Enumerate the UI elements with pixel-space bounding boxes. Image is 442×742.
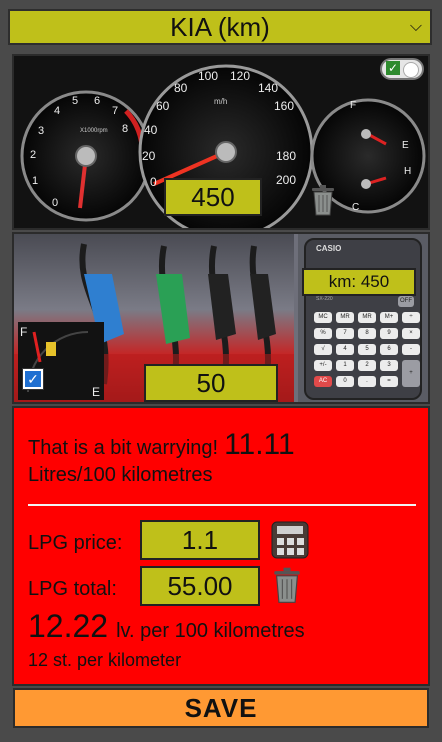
calculator-icon[interactable]: [270, 520, 310, 560]
lpg-total-value: 55.00: [167, 570, 233, 601]
fuel-amount-value: 50: [196, 367, 226, 398]
gauge-full-label: F: [20, 325, 27, 339]
calc-key: ×: [402, 328, 420, 339]
calc-key: %: [314, 328, 332, 339]
trash-icon[interactable]: [272, 566, 302, 604]
calc-key: MR: [358, 312, 376, 323]
calc-key: 5: [358, 344, 376, 355]
speedo-tick-label: 120: [230, 69, 250, 83]
lpg-price-value: 1.1: [181, 524, 219, 555]
calc-key: 9: [380, 328, 398, 339]
save-button[interactable]: SAVE: [13, 688, 429, 728]
consumption-unit: Litres/100 kilometres: [28, 464, 213, 486]
calc-display: km: 450: [302, 268, 416, 296]
calc-key: =: [380, 376, 398, 387]
distance-value: 450: [191, 181, 235, 212]
toggle-icon[interactable]: ✓: [380, 58, 424, 80]
checkbox-icon[interactable]: ✓: [22, 368, 44, 390]
calc-key: 3: [380, 360, 398, 371]
consumption-value: 11.11: [224, 428, 295, 461]
speedo-tick-label: 80: [174, 81, 188, 95]
calc-key: ÷: [402, 312, 420, 323]
temp-cold-label: C: [352, 202, 359, 213]
calc-key: +: [402, 360, 420, 387]
calc-key: 6: [380, 344, 398, 355]
speedo-tick-label: 60: [156, 99, 170, 113]
calc-key: 2: [358, 360, 376, 371]
distance-field[interactable]: 450: [164, 178, 262, 216]
calc-display-text: km: 450: [328, 272, 390, 291]
speedo-tick-label: 200: [276, 173, 296, 187]
calc-brand: CASIO: [316, 244, 342, 253]
tacho-unit: X1000rpm: [80, 128, 108, 134]
speedo-unit: m/h: [214, 97, 227, 106]
calc-model: SX-220: [316, 296, 333, 302]
calc-key: 8: [358, 328, 376, 339]
speedo-tick-label: 140: [258, 81, 278, 95]
tacho-tick-label: 1: [32, 175, 38, 187]
calc-key: 4: [336, 344, 354, 355]
tacho-tick-label: 4: [54, 105, 60, 117]
car-select[interactable]: KIA (km) ⌵: [8, 9, 432, 45]
speedo-tick-label: 180: [276, 149, 296, 163]
speedo-tick-label: 20: [142, 149, 156, 163]
tacho-tick-label: 5: [72, 95, 78, 107]
calc-key: AC: [314, 376, 332, 387]
speedo-tick-label: 160: [274, 99, 294, 113]
divider: [28, 504, 416, 506]
lpg-price-field[interactable]: 1.1: [140, 520, 260, 560]
lpg-total-label: LPG total:: [28, 578, 117, 600]
fuel-amount-field[interactable]: 50: [144, 364, 278, 402]
tacho-tick-label: 7: [112, 105, 118, 117]
calc-key: -: [402, 344, 420, 355]
calc-key: MR: [336, 312, 354, 323]
per-km-text: 12 st. per kilometer: [28, 650, 182, 670]
calc-key: 7: [336, 328, 354, 339]
calc-key: MC: [314, 312, 332, 323]
lpg-total-field[interactable]: 55.00: [140, 566, 260, 606]
dashboard-panel: 0 1 2 3 4 5 6 7 8 X1000rpm 0 20 40 60 80…: [12, 54, 430, 230]
fuel-full-label: F: [350, 100, 356, 111]
tacho-tick-label: 0: [52, 197, 58, 209]
warning-message: That is a bit warrying!: [28, 437, 219, 459]
temp-hot-label: H: [404, 166, 411, 177]
calc-key: M+: [380, 312, 398, 323]
calc-key: 0: [336, 376, 354, 387]
save-label: SAVE: [184, 692, 258, 723]
tacho-tick-label: 3: [38, 125, 44, 137]
fuel-pumps-panel: F E ✓ 50 CASIO SX-220 OFF MC MR MR M+ ÷ …: [12, 232, 430, 404]
calculator-icon: CASIO SX-220 OFF MC MR MR M+ ÷ % 7 8 9 ×…: [298, 234, 428, 402]
speedo-tick-label: 100: [198, 69, 218, 83]
gauge-empty-label: E: [92, 385, 100, 399]
speedo-tick-label: 40: [144, 123, 158, 137]
calc-key: +/-: [314, 360, 332, 371]
tacho-tick-label: 2: [30, 149, 36, 161]
tacho-tick-label: 8: [122, 123, 128, 135]
calc-key: 1: [336, 360, 354, 371]
car-select-value: KIA (km): [170, 11, 270, 42]
calc-key: √: [314, 344, 332, 355]
speedo-tick-label: 0: [150, 175, 157, 189]
result-panel: That is a bit warrying! 11.11 Litres/100…: [12, 406, 430, 686]
cost-unit: lv. per 100 kilometres: [116, 620, 305, 642]
lpg-price-label: LPG price:: [28, 532, 123, 554]
fuel-empty-label: E: [402, 140, 409, 151]
trash-icon[interactable]: [310, 184, 336, 216]
cost-line: 12.22 lv. per 100 kilometres: [28, 608, 305, 645]
consumption-line: That is a bit warrying! 11.11: [28, 428, 295, 462]
tacho-tick-label: 6: [94, 95, 100, 107]
cost-value: 12.22: [28, 608, 109, 644]
calc-key: .: [358, 376, 376, 387]
chevron-down-icon: ⌵: [409, 18, 422, 35]
